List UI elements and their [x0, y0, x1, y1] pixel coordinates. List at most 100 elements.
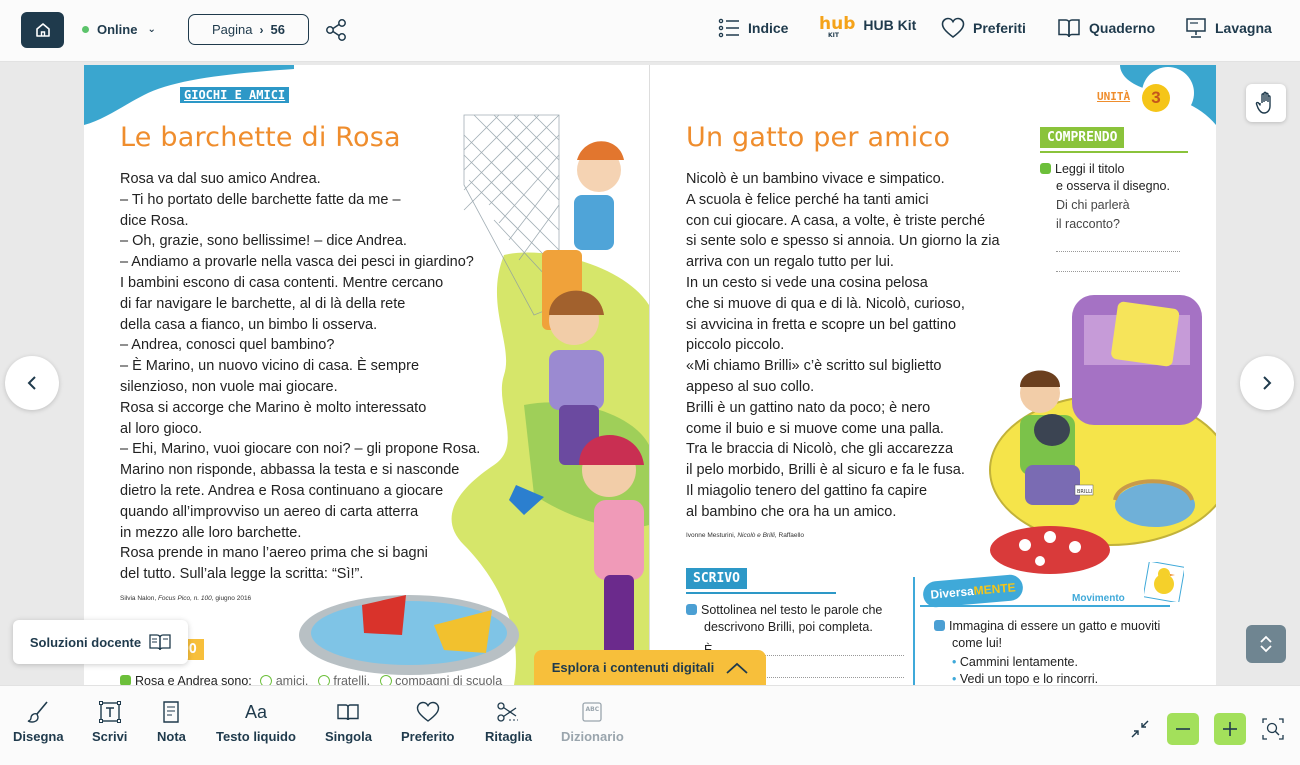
- zoom-out-button[interactable]: [1167, 713, 1199, 745]
- story-line: «Mi chiamo Brilli» c’è scritto sul bigli…: [686, 358, 942, 375]
- tool-singola[interactable]: Singola: [325, 700, 372, 744]
- diversamente-line: come lui!: [952, 636, 1003, 650]
- next-page-button[interactable]: [1240, 356, 1294, 410]
- chevron-down-icon: ⌄: [147, 24, 156, 35]
- note-icon: [163, 701, 180, 723]
- flower-icon: ✿: [156, 85, 171, 104]
- dot-bullet-icon: •: [952, 672, 960, 685]
- unit-label: UNITÀ: [1097, 90, 1131, 103]
- tool-nota-label: Nota: [157, 729, 186, 744]
- radio-option[interactable]: fratelli.: [317, 674, 371, 685]
- option-label: fratelli.: [333, 674, 371, 685]
- zoom-in-button[interactable]: [1214, 713, 1246, 745]
- status-dropdown[interactable]: Online ⌄: [82, 22, 156, 37]
- pan-tool-button[interactable]: [1246, 84, 1286, 122]
- home-icon: [35, 23, 50, 37]
- tool-nota[interactable]: Nota: [157, 700, 186, 744]
- question-row: Rosa e Andrea sono: amici. fratelli. com…: [120, 673, 502, 685]
- diversamente-line: Immagina di essere un gatto e muoviti: [949, 619, 1161, 633]
- whiteboard-icon: [1186, 18, 1206, 38]
- teacher-book-icon: [149, 634, 171, 651]
- online-dot-icon: [82, 26, 89, 33]
- tool-scrivi[interactable]: Scrivi: [92, 700, 127, 744]
- nav-preferiti[interactable]: Preferiti: [941, 17, 1026, 39]
- page-left[interactable]: ✿ GIOCHI E AMICI Le barchette di Rosa Ro…: [84, 65, 649, 685]
- story-line: Il miagolio tenero del gattino fa capire: [686, 482, 928, 499]
- scroll-toggle-button[interactable]: [1246, 625, 1286, 663]
- story-line: Nicolò è un bambino vivace e simpatico.: [686, 171, 945, 187]
- diversamente-item: Cammini lentamente.: [959, 655, 1078, 669]
- nav-hub-kit[interactable]: hub KIT HUB Kit: [819, 16, 917, 39]
- page-label: Pagina: [212, 22, 253, 37]
- scrivo-underline: [686, 592, 836, 594]
- diversamente-item: Vedi un topo e lo rincorri.: [959, 672, 1099, 685]
- soluzioni-docente-button[interactable]: Soluzioni docente: [13, 620, 188, 664]
- esplora-contenuti-button[interactable]: Esplora i contenuti digitali: [534, 650, 766, 685]
- list-icon: [718, 18, 739, 38]
- credit-source: Focus Pico, n. 100,: [157, 595, 214, 602]
- nav-quaderno[interactable]: Quaderno: [1057, 17, 1155, 39]
- story-line: al bambino che ora ha un amico.: [686, 503, 897, 520]
- answer-line[interactable]: [1056, 251, 1180, 252]
- story-title: Un gatto per amico: [686, 122, 951, 153]
- nav-lavagna-label: Lavagna: [1215, 20, 1272, 36]
- tool-dizionario[interactable]: ABC Dizionario: [561, 700, 624, 744]
- zoom-area-icon[interactable]: [1262, 718, 1284, 740]
- home-button[interactable]: [21, 12, 64, 48]
- diversamente-label-accent: MENTE: [973, 580, 1017, 598]
- prev-page-button[interactable]: [5, 356, 59, 410]
- diversamente-text: Immagina di essere un gatto e muoviti co…: [934, 618, 1160, 685]
- tool-disegna-label: Disegna: [13, 729, 64, 744]
- tool-disegna[interactable]: Disegna: [13, 700, 64, 744]
- story-text: Nicolò è un bambino vivace e simpatico. …: [686, 169, 1000, 523]
- page-number: 56: [270, 22, 285, 37]
- nav-lavagna[interactable]: Lavagna: [1185, 17, 1272, 39]
- tool-ritaglia[interactable]: Ritaglia: [485, 700, 532, 744]
- story-line: A scuola è felice perché ha tanti amici: [686, 191, 929, 208]
- option-label: amici.: [275, 674, 309, 685]
- chevron-up-down-icon: [1260, 635, 1272, 653]
- scrivo-header: SCRIVO: [686, 568, 747, 589]
- scissors-icon: [497, 702, 519, 722]
- tool-preferito-label: Preferito: [401, 729, 455, 744]
- tool-testo-liquido-label: Testo liquido: [216, 729, 296, 744]
- page-right[interactable]: UNITÀ 3 Un gatto per amico Nicolò è un b…: [650, 65, 1216, 685]
- radio-option[interactable]: compagni di scuola: [379, 674, 503, 685]
- story-line: Tra le braccia di Nicolò, che gli accare…: [686, 441, 954, 458]
- top-bar: Online ⌄ Pagina › 56 Indice hub KIT HUB K…: [0, 0, 1300, 62]
- hand-icon: [1255, 91, 1271, 114]
- soluzioni-label: Soluzioni docente: [29, 634, 142, 650]
- nav-indice[interactable]: Indice: [718, 17, 788, 39]
- page-selector[interactable]: Pagina › 56: [188, 14, 309, 45]
- option-label: compagni di scuola: [395, 674, 503, 685]
- nav-hub-kit-label: HUB Kit: [863, 16, 917, 33]
- story-line: con cui giocare. A casa, a volte, è tris…: [686, 212, 986, 229]
- tool-testo-liquido[interactable]: Aa Testo liquido: [216, 700, 296, 744]
- credit-date: giugno 2016: [213, 595, 252, 602]
- svg-text:ABC: ABC: [586, 706, 600, 713]
- comprendo-underline: [1040, 151, 1188, 153]
- tool-dizionario-label: Dizionario: [561, 729, 624, 744]
- nav-quaderno-label: Quaderno: [1089, 20, 1156, 36]
- flower-bullet-icon: [686, 604, 697, 615]
- comprendo-text: Leggi il titolo e osserva il disegno. Di…: [1040, 161, 1170, 233]
- share-icon[interactable]: [323, 17, 349, 43]
- scrivo-line: Sottolinea nel testo le parole che: [701, 603, 883, 617]
- brush-icon: [27, 701, 48, 723]
- unit-number-badge: 3: [1142, 84, 1170, 112]
- credit-author: Silvia Nalon,: [120, 595, 158, 602]
- chevron-up-icon: [726, 662, 748, 674]
- flower-bullet-icon: [934, 620, 945, 631]
- diversamente-divider: [913, 577, 915, 685]
- basket-tag-text: BRILLI: [1077, 489, 1092, 495]
- hub-kit-logo: hub KIT: [819, 16, 855, 39]
- chick-icon: [1144, 562, 1184, 602]
- children-illustration: [299, 114, 649, 685]
- radio-option[interactable]: amici.: [260, 674, 308, 685]
- dictionary-icon: ABC: [582, 702, 603, 722]
- answer-line[interactable]: [1056, 271, 1180, 272]
- tool-preferito[interactable]: Preferito: [401, 700, 454, 744]
- fit-screen-icon[interactable]: [1130, 719, 1150, 739]
- status-label: Online: [97, 22, 138, 37]
- tool-singola-label: Singola: [325, 729, 372, 744]
